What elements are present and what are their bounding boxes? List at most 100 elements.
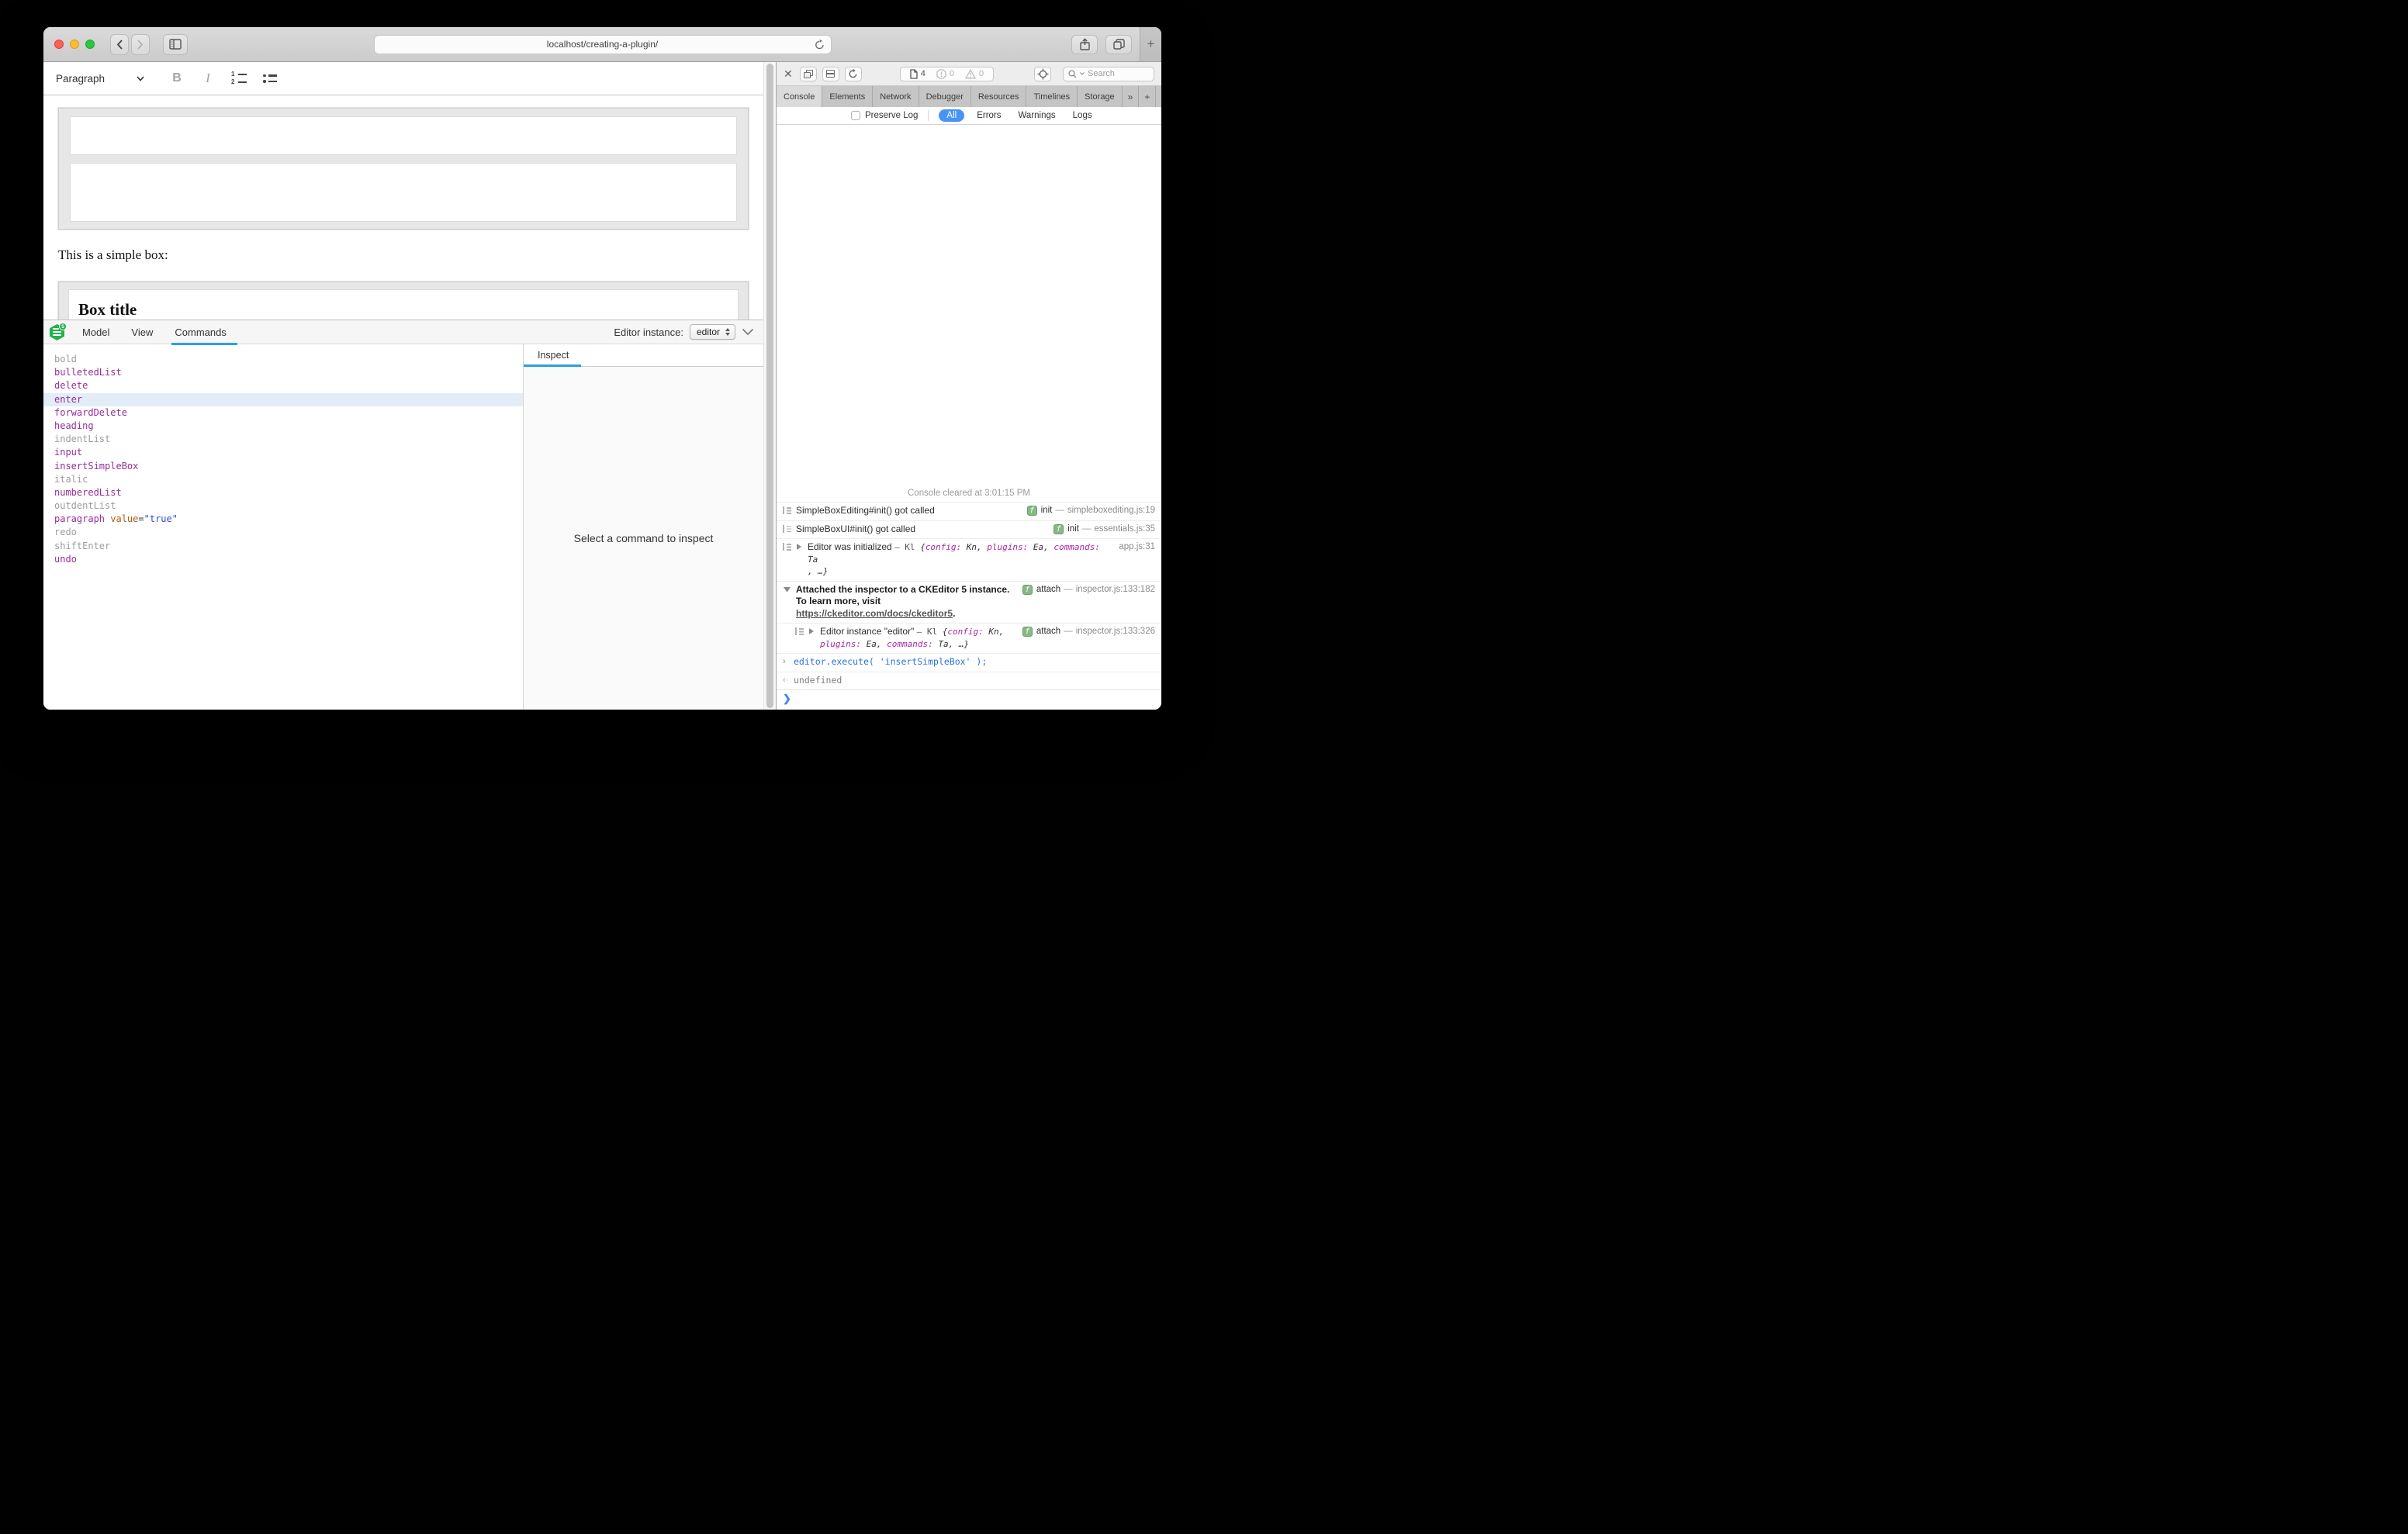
search-icon — [1068, 70, 1077, 78]
disclosure-triangle-open-icon[interactable] — [784, 587, 791, 592]
disclosure-triangle-icon[interactable] — [797, 544, 802, 550]
disclosure-triangle-icon[interactable] — [809, 628, 815, 634]
filter-scope-all[interactable]: All — [939, 109, 964, 122]
command-item-bold[interactable]: bold — [43, 353, 523, 366]
tab-model[interactable]: Model — [81, 320, 111, 344]
source-location-link[interactable]: inspector.js:133:182 — [1076, 584, 1155, 596]
element-picker-button[interactable] — [1034, 67, 1051, 81]
command-item-paragraph[interactable]: paragraph value="true" — [43, 513, 523, 526]
console-log-row[interactable]: SimpleBoxEditing#init() got called f ini… — [777, 502, 1161, 520]
tab-debugger[interactable]: Debugger — [919, 86, 971, 107]
resource-summary-button[interactable]: 4 0 — [900, 67, 994, 81]
numbered-list-icon: 1 2 — [231, 72, 247, 85]
function-badge-icon: f — [1054, 524, 1064, 534]
command-item-undo[interactable]: undo — [43, 553, 523, 566]
scrollbar-thumb[interactable] — [766, 64, 773, 708]
log-text: Editor instance "editor" — [820, 626, 914, 637]
dock-side-button[interactable] — [800, 67, 817, 81]
paragraph-dropdown[interactable]: Paragraph — [56, 67, 155, 90]
page-scrollbar[interactable] — [763, 62, 776, 710]
simple-box-widget-selected[interactable] — [58, 108, 749, 230]
console-filter-bar: Preserve Log All Errors Warnings Logs — [777, 107, 1161, 125]
ckeditor-docs-link[interactable]: https://ckeditor.com/docs/ckeditor5 — [796, 608, 953, 619]
command-item-heading[interactable]: heading — [43, 420, 523, 433]
italic-button[interactable]: I — [199, 69, 217, 88]
settings-gear-icon[interactable]: ⚙ — [1156, 86, 1161, 107]
document-count: 4 — [910, 69, 925, 79]
numbered-list-button[interactable]: 1 2 — [230, 69, 248, 88]
share-button[interactable] — [1071, 35, 1098, 54]
close-inspector-button[interactable]: ✕ — [784, 67, 793, 81]
tab-timelines[interactable]: Timelines — [1026, 86, 1078, 107]
command-item-numberedList[interactable]: numberedList — [43, 486, 523, 499]
add-inspector-tab-button[interactable]: + — [1139, 86, 1156, 107]
tab-commands[interactable]: Commands — [173, 320, 227, 344]
paragraph-text[interactable]: This is a simple box: — [58, 247, 749, 263]
bulleted-list-button[interactable] — [261, 69, 279, 88]
console-result-row[interactable]: ‹· undefined — [777, 672, 1161, 690]
console-log-row[interactable]: Editor was initialized – Kl {config: Kn,… — [777, 538, 1161, 581]
tab-elements[interactable]: Elements — [822, 86, 873, 107]
web-inspector: ✕ 4 — [776, 62, 1161, 710]
tab-console[interactable]: Console — [777, 86, 822, 107]
preserve-log-label[interactable]: Preserve Log — [865, 111, 918, 120]
address-bar[interactable]: localhost/creating-a-plugin/ — [374, 35, 832, 54]
prompt-chevron-icon: ❯ — [783, 693, 791, 703]
console-pane[interactable]: Console cleared at 3:01:15 PM SimpleBoxE… — [777, 125, 1161, 710]
command-item-enter[interactable]: enter — [43, 393, 523, 406]
reload-icon[interactable] — [814, 39, 825, 51]
command-item-italic[interactable]: italic — [43, 473, 523, 486]
command-item-redo[interactable]: redo — [43, 526, 523, 539]
warning-triangle-icon — [965, 69, 976, 79]
source-location-link[interactable]: inspector.js:133:326 — [1076, 626, 1155, 637]
bold-button[interactable]: B — [168, 69, 186, 88]
tab-resources[interactable]: Resources — [971, 86, 1027, 107]
new-tab-button[interactable]: + — [1140, 27, 1161, 61]
editor-instance-select[interactable]: editor — [690, 324, 735, 340]
tab-overview-button[interactable] — [1105, 35, 1132, 54]
command-item-indentList[interactable]: indentList — [43, 433, 523, 446]
tab-view[interactable]: View — [130, 320, 154, 344]
result-arrow-icon: ‹· — [783, 675, 789, 685]
minimize-window-button[interactable] — [70, 40, 79, 49]
console-prompt[interactable]: ❯ — [777, 689, 1161, 710]
close-window-button[interactable] — [54, 40, 64, 49]
command-item-delete[interactable]: delete — [43, 379, 523, 392]
search-input[interactable]: Search — [1063, 67, 1154, 81]
command-item-input[interactable]: input — [43, 446, 523, 459]
simple-box-description-field[interactable] — [70, 163, 737, 222]
back-button[interactable] — [110, 34, 129, 55]
console-log-row[interactable]: SimpleBoxUI#init() got called f init — e… — [777, 520, 1161, 539]
simple-box-title-field[interactable] — [70, 116, 737, 155]
tab-inspect[interactable]: Inspect — [524, 344, 581, 366]
log-icon — [795, 627, 804, 635]
input-chevron-icon: › — [783, 657, 789, 666]
collapse-chevron-icon[interactable] — [742, 328, 754, 336]
command-item-shiftEnter[interactable]: shiftEnter — [43, 540, 523, 553]
filter-scope-logs[interactable]: Logs — [1073, 111, 1092, 120]
editor-content[interactable]: This is a simple box: Box title 5 — [43, 95, 763, 710]
forward-button[interactable] — [131, 34, 150, 55]
source-location-link[interactable]: essentials.js:35 — [1094, 523, 1155, 535]
filter-scope-errors[interactable]: Errors — [977, 111, 1001, 120]
zoom-window-button[interactable] — [85, 40, 95, 49]
sidebar-toggle-button[interactable] — [163, 34, 188, 55]
console-input-echo-row[interactable]: › editor.execute( 'insertSimpleBox' ); — [777, 653, 1161, 672]
split-console-button[interactable] — [822, 67, 839, 81]
command-item-bulletedList[interactable]: bulletedList — [43, 366, 523, 379]
error-octagon-icon — [936, 69, 946, 79]
source-location-link[interactable]: simpleboxediting.js:19 — [1067, 505, 1155, 517]
log-icon — [783, 506, 791, 514]
command-item-outdentList[interactable]: outdentList — [43, 499, 523, 513]
tab-overflow-chevrons[interactable]: » — [1123, 86, 1140, 107]
tab-storage[interactable]: Storage — [1078, 86, 1123, 107]
tab-network[interactable]: Network — [873, 86, 919, 107]
reload-page-button[interactable] — [845, 67, 862, 81]
command-item-insertSimpleBox[interactable]: insertSimpleBox — [43, 460, 523, 473]
console-child-row[interactable]: Editor instance "editor" – Kl {config: K… — [777, 623, 1161, 653]
preserve-log-checkbox[interactable] — [851, 111, 860, 120]
source-location-link[interactable]: app.js:31 — [1119, 541, 1155, 553]
command-item-forwardDelete[interactable]: forwardDelete — [43, 406, 523, 420]
console-log-row-expanded[interactable]: Attached the inspector to a CKEditor 5 i… — [777, 581, 1161, 624]
filter-scope-warnings[interactable]: Warnings — [1019, 111, 1056, 120]
